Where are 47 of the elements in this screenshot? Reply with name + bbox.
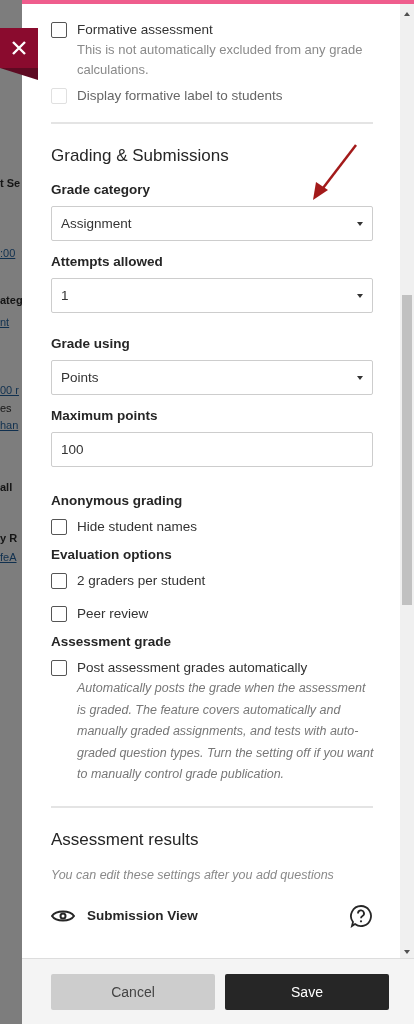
- field-label: Grade using: [51, 335, 131, 353]
- checkbox-label[interactable]: Peer review: [77, 604, 149, 624]
- page-text: t Se: [0, 176, 21, 191]
- dropdown[interactable]: Points: [51, 360, 373, 395]
- field-label: Attempts allowed: [51, 253, 164, 271]
- page-text: ateg: [0, 293, 22, 308]
- description-text: This is not automatically excluded from any grade calculations.: [77, 41, 364, 79]
- close-button[interactable]: [0, 28, 38, 68]
- eye-icon: [51, 908, 75, 923]
- group-label: Anonymous grading: [51, 492, 183, 510]
- page-text: all: [0, 480, 13, 495]
- scrollbar[interactable]: [400, 4, 414, 958]
- help-icon[interactable]: [349, 903, 373, 928]
- field-label: Grade category: [51, 181, 152, 199]
- caret-icon: [357, 221, 363, 226]
- save-button[interactable]: Save: [225, 974, 389, 1010]
- field-label: Maximum points: [51, 407, 159, 425]
- checkbox-label[interactable]: Formative assessment: [77, 20, 213, 40]
- checkbox[interactable]: [51, 519, 67, 535]
- scroll-down-icon[interactable]: [404, 950, 410, 954]
- group-label: Assessment grade: [51, 633, 172, 651]
- checkbox[interactable]: [51, 22, 67, 38]
- checkbox-label[interactable]: Post assessment grades automatically: [77, 658, 308, 678]
- annotation-arrow: [310, 142, 360, 202]
- checkbox-label[interactable]: 2 graders per student: [77, 571, 206, 591]
- checkbox[interactable]: [51, 606, 67, 622]
- scroll-thumb[interactable]: [402, 295, 412, 605]
- cancel-button[interactable]: Cancel: [51, 974, 215, 1010]
- section-heading: Grading & Submissions: [51, 145, 229, 167]
- setting-title: Submission View: [87, 908, 198, 923]
- input-field[interactable]: 100: [51, 432, 373, 467]
- scroll-up-icon[interactable]: [404, 12, 410, 16]
- page-text: es: [0, 401, 12, 416]
- hint-text: You can edit these settings after you add questions: [51, 867, 334, 882]
- group-label: Evaluation options: [51, 546, 172, 564]
- dropdown[interactable]: 1: [51, 278, 373, 313]
- checkbox-label[interactable]: Hide student names: [77, 517, 198, 537]
- close-icon: [12, 41, 26, 55]
- caret-icon: [357, 293, 363, 298]
- checkbox[interactable]: [51, 573, 67, 589]
- caret-icon: [357, 375, 363, 380]
- page-text: y R: [0, 531, 18, 546]
- dropdown[interactable]: Assignment: [51, 206, 373, 241]
- section-heading: Assessment results: [51, 828, 199, 851]
- ribbon-fold: [0, 68, 38, 80]
- description-text: Automatically posts the grade when the assessment is graded. The feature covers automatically and manually graded assignments, and tests with auto-graded question types. Turn the setting off if you want to manually control grade publication.: [77, 680, 375, 783]
- checkbox[interactable]: [51, 660, 67, 676]
